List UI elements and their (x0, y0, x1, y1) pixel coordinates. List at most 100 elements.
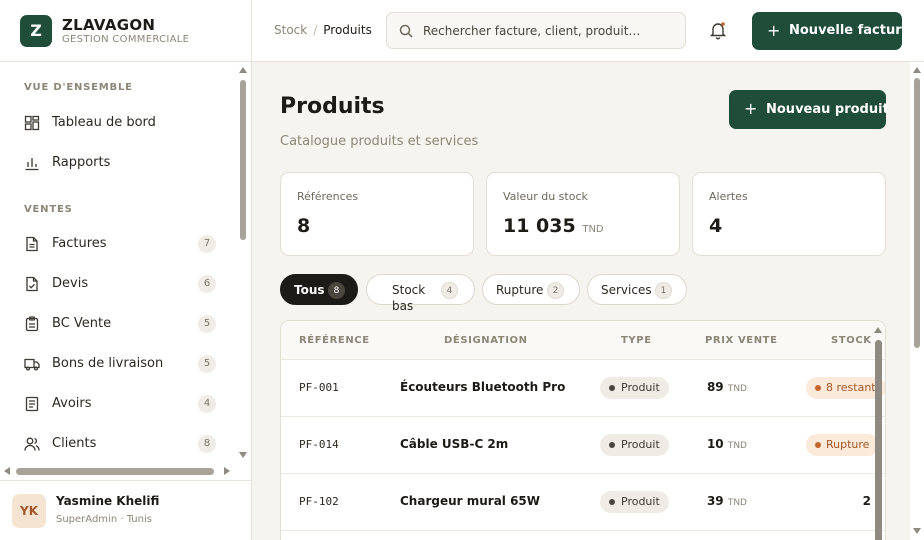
new-product-button[interactable]: + Nouveau produit (729, 90, 889, 129)
filter-chip-low-stock[interactable]: Stock bas 4 (366, 274, 475, 313)
column-header-type[interactable]: TYPE (621, 335, 652, 346)
sidebar-item-label: Factures (52, 236, 107, 251)
sidebar-item-invoices[interactable]: Factures 7 (12, 226, 224, 262)
column-header-price[interactable]: PRIX VENTE (705, 335, 778, 346)
scroll-down-arrow[interactable] (913, 528, 921, 534)
scrollbar-thumb[interactable] (16, 468, 214, 475)
scroll-up-arrow[interactable] (913, 67, 921, 73)
column-header-designation[interactable]: DÉSIGNATION (444, 335, 528, 346)
sidebar-item-clients[interactable]: Clients 8 (12, 426, 224, 462)
bell-icon[interactable] (708, 20, 728, 40)
invoice-icon (26, 236, 38, 252)
scrollbar-thumb[interactable] (875, 340, 882, 540)
brand-logo[interactable]: Z (20, 15, 52, 47)
stat-label: Valeur du stock (503, 190, 588, 203)
credit-note-icon (25, 396, 39, 412)
count-badge: 8 (198, 435, 216, 453)
filter-chip-services[interactable]: Services 1 (587, 274, 687, 305)
users-icon (24, 437, 40, 451)
filter-count: 2 (547, 282, 564, 299)
table-row[interactable]: PF-014 Câble USB-C 2m Produit 10 TND Rup… (281, 417, 885, 474)
column-header-stock[interactable]: STOCK (831, 335, 872, 346)
stat-card-stock-value: Valeur du stock 11 035 TND (486, 172, 680, 256)
breadcrumb-separator: / (313, 23, 318, 37)
count-badge: 7 (198, 235, 216, 253)
type-badge: Produit (600, 377, 669, 399)
column-header-reference[interactable]: RÉFÉRENCE (299, 335, 370, 346)
sidebar-item-dashboard[interactable]: Tableau de bord (12, 105, 224, 141)
bar-chart-icon (25, 158, 39, 171)
page-title: Produits (280, 94, 385, 119)
stat-unit: TND (582, 224, 604, 235)
stat-card-references: Références 8 (280, 172, 474, 256)
new-invoice-button[interactable]: + Nouvelle facture (752, 12, 910, 50)
stat-label: Alertes (709, 190, 748, 203)
stock-badge: Rupture (806, 434, 880, 456)
sidebar-item-label: Rapports (52, 155, 111, 170)
sidebar-item-label: Avoirs (52, 396, 92, 411)
row-reference: PF-014 (299, 438, 339, 451)
count-badge: 4 (198, 395, 216, 413)
topbar: Stock / Produits + Nouvelle facture (252, 0, 924, 62)
main-content: Produits Catalogue produits et services … (252, 62, 910, 540)
row-designation: Écouteurs Bluetooth Pro (400, 380, 566, 394)
dashboard-icon (24, 115, 40, 131)
filter-count: 4 (441, 282, 458, 299)
sidebar-item-reports[interactable]: Rapports (12, 145, 224, 181)
scroll-up-arrow[interactable] (239, 67, 247, 73)
filter-label: Stock bas (392, 283, 426, 313)
new-invoice-label: Nouvelle facture (789, 23, 911, 38)
search-input[interactable] (423, 22, 675, 40)
row-price: 10 TND (706, 437, 747, 451)
stat-value: 11 035 TND (503, 215, 604, 237)
search-box[interactable] (386, 12, 686, 49)
quote-icon (26, 276, 38, 292)
scroll-left-arrow[interactable] (4, 467, 10, 475)
user-name: Yasmine Khelifi (56, 494, 160, 508)
sidebar-item-quotes[interactable]: Devis 6 (12, 266, 224, 302)
sidebar-item-sales-orders[interactable]: BC Vente 5 (12, 306, 224, 342)
user-profile[interactable]: YK Yasmine Khelifi SuperAdmin · Tunis (0, 480, 251, 540)
filter-count: 8 (328, 282, 345, 299)
avatar: YK (12, 494, 46, 528)
sidebar-item-label: Tableau de bord (52, 115, 156, 130)
sidebar-item-label: Clients (52, 436, 97, 451)
stock-value: 2 (862, 494, 871, 508)
scroll-down-arrow[interactable] (239, 452, 247, 458)
sidebar-horizontal-scrollbar[interactable] (0, 464, 236, 478)
section-title-overview: VUE D'ENSEMBLE (24, 82, 133, 93)
scrollbar-thumb[interactable] (914, 78, 920, 348)
filter-label: Tous (294, 283, 325, 297)
sidebar-item-credit-notes[interactable]: Avoirs 4 (12, 386, 224, 422)
scroll-right-arrow[interactable] (224, 467, 230, 475)
row-price: 39 TND (706, 494, 747, 508)
truck-icon (24, 358, 40, 371)
table-header: RÉFÉRENCE DÉSIGNATION TYPE PRIX VENTE ST… (281, 321, 885, 360)
row-reference: PF-102 (299, 495, 339, 508)
filter-chip-all[interactable]: Tous 8 (280, 274, 358, 305)
sidebar-item-delivery-notes[interactable]: Bons de livraison 5 (12, 346, 224, 382)
type-badge: Produit (600, 434, 669, 456)
sidebar: Z ZLAVAGON GESTION COMMERCIALE VUE D'ENS… (0, 0, 252, 540)
breadcrumb-parent[interactable]: Stock (274, 23, 307, 37)
sidebar-vertical-scrollbar[interactable] (237, 64, 249, 462)
count-badge: 6 (198, 275, 216, 293)
page-vertical-scrollbar[interactable] (910, 62, 924, 540)
clipboard-icon (25, 316, 39, 332)
plus-icon: + (767, 21, 781, 40)
sidebar-item-label: Devis (52, 276, 89, 291)
filter-chip-out-of-stock[interactable]: Rupture 2 (482, 274, 580, 305)
row-designation: Chargeur mural 65W (400, 494, 541, 508)
row-designation: Câble USB-C 2m (400, 437, 509, 451)
scroll-up-arrow[interactable] (874, 327, 882, 333)
brand-subtitle: GESTION COMMERCIALE (62, 34, 190, 45)
table-row[interactable]: PF-102 Chargeur mural 65W Produit 39 TND… (281, 474, 885, 531)
row-reference: PF-001 (299, 381, 339, 394)
filter-count: 1 (655, 282, 672, 299)
scrollbar-thumb[interactable] (240, 80, 246, 240)
table-row[interactable]: PF-001 Écouteurs Bluetooth Pro Produit 8… (281, 360, 885, 417)
user-role: SuperAdmin · Tunis (56, 514, 152, 525)
table-vertical-scrollbar[interactable] (872, 324, 884, 540)
section-title-sales: VENTES (24, 204, 73, 215)
stat-card-alerts: Alertes 4 (692, 172, 886, 256)
